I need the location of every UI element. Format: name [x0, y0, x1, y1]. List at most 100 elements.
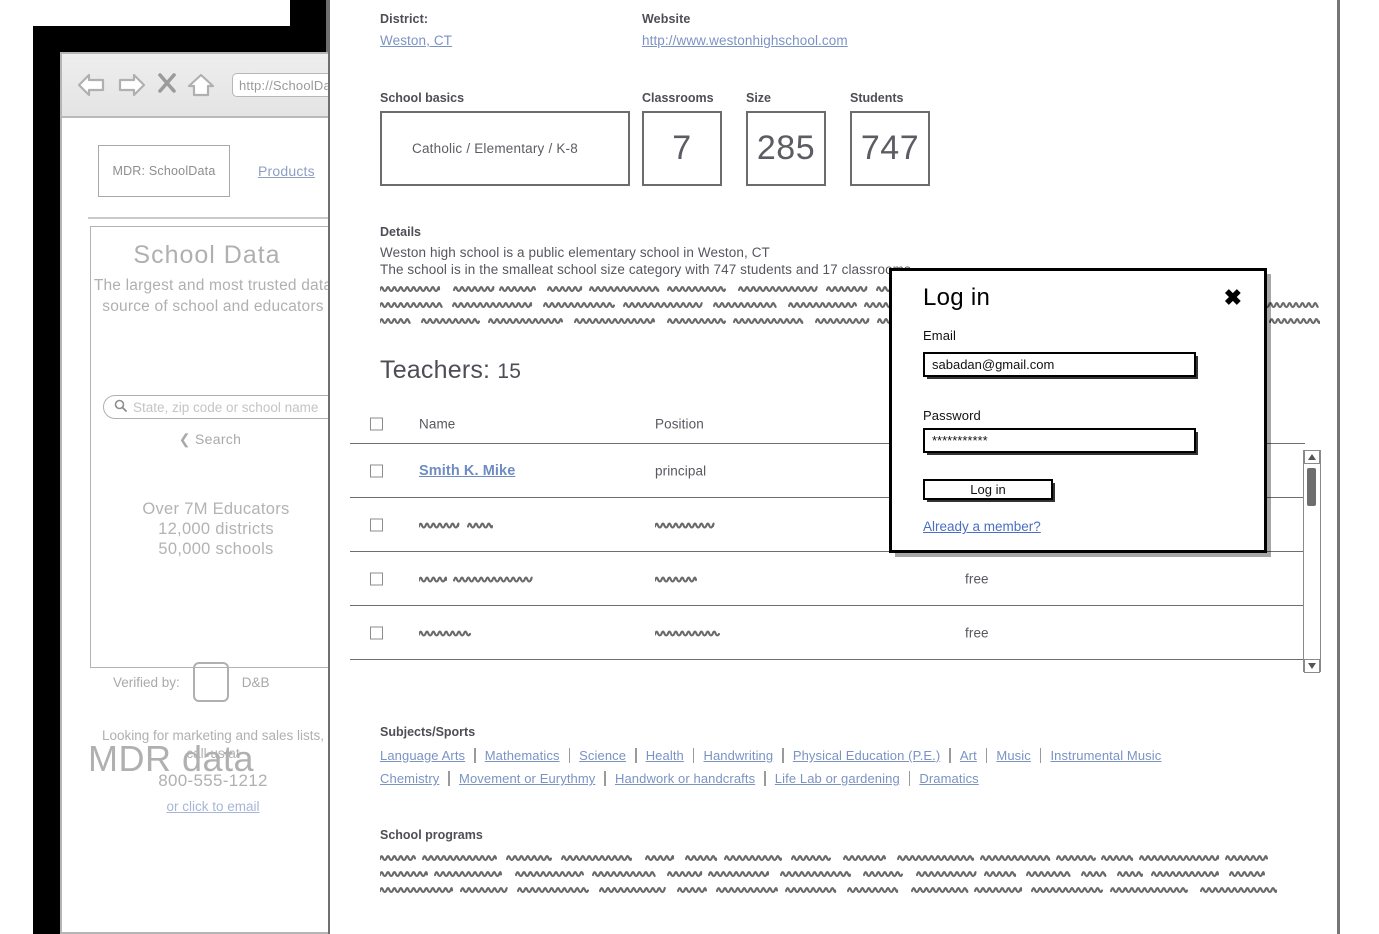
- teacher-name-link[interactable]: Smith K. Mike: [419, 463, 515, 479]
- programs-filler-line: [380, 852, 1320, 862]
- url-bar[interactable]: http://SchoolData.: [232, 73, 328, 97]
- stats-text: Over 7M Educators 12,000 districts 50,00…: [142, 500, 290, 558]
- subject-link[interactable]: Language Arts: [380, 748, 474, 763]
- verified-brand: D&B: [241, 674, 270, 690]
- email-field[interactable]: sabadan@gmail.com: [923, 352, 1196, 377]
- teacher-name-redacted: [419, 573, 539, 584]
- scrollbar-thumb[interactable]: [1307, 468, 1316, 506]
- login-modal: Log in ✖ Email sabadan@gmail.com Passwor…: [889, 268, 1267, 553]
- verified-label: Verified by:: [113, 674, 180, 690]
- teacher-name-redacted: [419, 627, 539, 638]
- subject-link[interactable]: Dramatics: [910, 771, 987, 786]
- browser-window: http://SchoolData. MDR: SchoolData Produ…: [60, 52, 328, 934]
- column-header-name[interactable]: Name: [419, 417, 455, 432]
- back-arrow-icon[interactable]: [76, 72, 106, 98]
- classrooms-box: 7: [642, 111, 722, 186]
- select-all-checkbox[interactable]: [370, 417, 383, 431]
- school-basics-label: School basics: [380, 91, 465, 105]
- teacher-extra: free: [965, 571, 989, 586]
- subject-link[interactable]: Art: [951, 748, 986, 763]
- email-link[interactable]: or click to email: [91, 799, 328, 814]
- chevron-left-icon: ❮: [178, 431, 191, 447]
- search-icon: [114, 399, 127, 415]
- teacher-position-redacted: [655, 573, 743, 584]
- browser-viewport: MDR: SchoolData Products School Data The…: [62, 118, 328, 932]
- subject-link[interactable]: Chemistry: [380, 771, 448, 786]
- modal-title: Log in: [923, 284, 991, 311]
- school-basics-box: Catholic / Elementary / K-8: [380, 111, 630, 186]
- search-button[interactable]: ❮ Search: [91, 431, 328, 448]
- teacher-position: principal: [655, 463, 707, 478]
- classrooms-label: Classrooms: [642, 91, 714, 105]
- table-scrollbar[interactable]: [1303, 449, 1321, 673]
- subject-link[interactable]: Mathematics: [476, 748, 569, 763]
- scroll-down-icon[interactable]: [1304, 658, 1320, 673]
- footer-title: MDR data: [88, 738, 255, 779]
- login-button[interactable]: Log in: [923, 479, 1053, 500]
- already-member-link[interactable]: Already a member?: [923, 519, 1041, 534]
- district-label: District:: [380, 12, 429, 26]
- site-logo: MDR: SchoolData: [98, 145, 230, 197]
- password-field[interactable]: ***********: [923, 428, 1196, 453]
- subject-link[interactable]: Movement or Eurythmy: [450, 771, 604, 786]
- search-input[interactable]: State, zip code or school name: [103, 395, 328, 419]
- hero-subtitle: The largest and most trusted data source…: [93, 277, 328, 315]
- home-icon[interactable]: [187, 72, 215, 98]
- hero-panel: School Data The largest and most trusted…: [90, 226, 328, 814]
- email-value: sabadan@gmail.com: [932, 357, 1055, 372]
- password-value: ***********: [932, 433, 988, 448]
- row-checkbox[interactable]: [370, 464, 383, 477]
- teacher-position-redacted: [655, 627, 733, 638]
- students-box: 747: [850, 111, 930, 186]
- teacher-position-redacted: [655, 519, 733, 530]
- classrooms-value: 7: [672, 129, 692, 167]
- subjects-list: Language Arts Mathematics Science Health…: [380, 748, 1280, 794]
- scroll-up-icon[interactable]: [1304, 449, 1320, 464]
- website-value-link[interactable]: http://www.westonhighschool.com: [642, 33, 848, 48]
- stop-x-icon[interactable]: [158, 72, 176, 98]
- table-row[interactable]: free: [350, 552, 1305, 606]
- teacher-extra: free: [965, 625, 989, 640]
- details-line-2: The school is in the smalleat school siz…: [380, 262, 911, 277]
- subject-link[interactable]: Health: [637, 748, 693, 763]
- verified-badge-placeholder: [192, 662, 229, 702]
- subject-link[interactable]: Handwork or handcrafts: [606, 771, 764, 786]
- teachers-count: 15: [497, 360, 522, 383]
- subjects-label: Subjects/Sports: [380, 725, 476, 739]
- row-checkbox[interactable]: [370, 518, 383, 531]
- details-line-1: Weston high school is a public elementar…: [380, 245, 770, 260]
- subject-link[interactable]: Instrumental Music: [1041, 748, 1170, 763]
- students-label: Students: [850, 91, 904, 105]
- teacher-name-redacted: [419, 519, 539, 530]
- district-value-link[interactable]: Weston, CT: [380, 33, 452, 48]
- subject-link[interactable]: Physical Education (P.E.): [784, 748, 950, 763]
- row-checkbox[interactable]: [370, 572, 383, 585]
- details-label: Details: [380, 225, 421, 239]
- subject-link[interactable]: Music: [987, 748, 1039, 763]
- students-value: 747: [860, 129, 920, 167]
- forward-arrow-icon[interactable]: [117, 72, 147, 98]
- subject-link[interactable]: Science: [570, 748, 635, 763]
- teachers-heading: Teachers: 15: [380, 356, 521, 385]
- table-row[interactable]: free: [350, 606, 1305, 660]
- products-link[interactable]: Products: [258, 163, 315, 179]
- subjects-row-2: Chemistry Movement or Eurythmy Handwork …: [380, 771, 1280, 786]
- programs-filler-line: [380, 868, 1320, 878]
- search-placeholder: State, zip code or school name: [133, 399, 319, 415]
- subjects-row-1: Language Arts Mathematics Science Health…: [380, 748, 1280, 763]
- subject-link[interactable]: Handwriting: [694, 748, 782, 763]
- close-icon[interactable]: ✖: [1224, 287, 1242, 309]
- size-label: Size: [746, 91, 772, 105]
- background-window-top: [290, 0, 330, 28]
- subject-link[interactable]: Life Lab or gardening: [766, 771, 909, 786]
- size-box: 285: [746, 111, 826, 186]
- website-label: Website: [642, 12, 691, 26]
- programs-filler-line: [380, 884, 1320, 894]
- hero-title: School Data: [133, 241, 281, 269]
- size-value: 285: [756, 129, 816, 167]
- row-checkbox[interactable]: [370, 626, 383, 639]
- column-header-position[interactable]: Position: [655, 417, 704, 432]
- url-text: http://SchoolData.: [239, 77, 328, 93]
- search-button-label: Search: [195, 431, 242, 447]
- email-label: Email: [923, 328, 957, 343]
